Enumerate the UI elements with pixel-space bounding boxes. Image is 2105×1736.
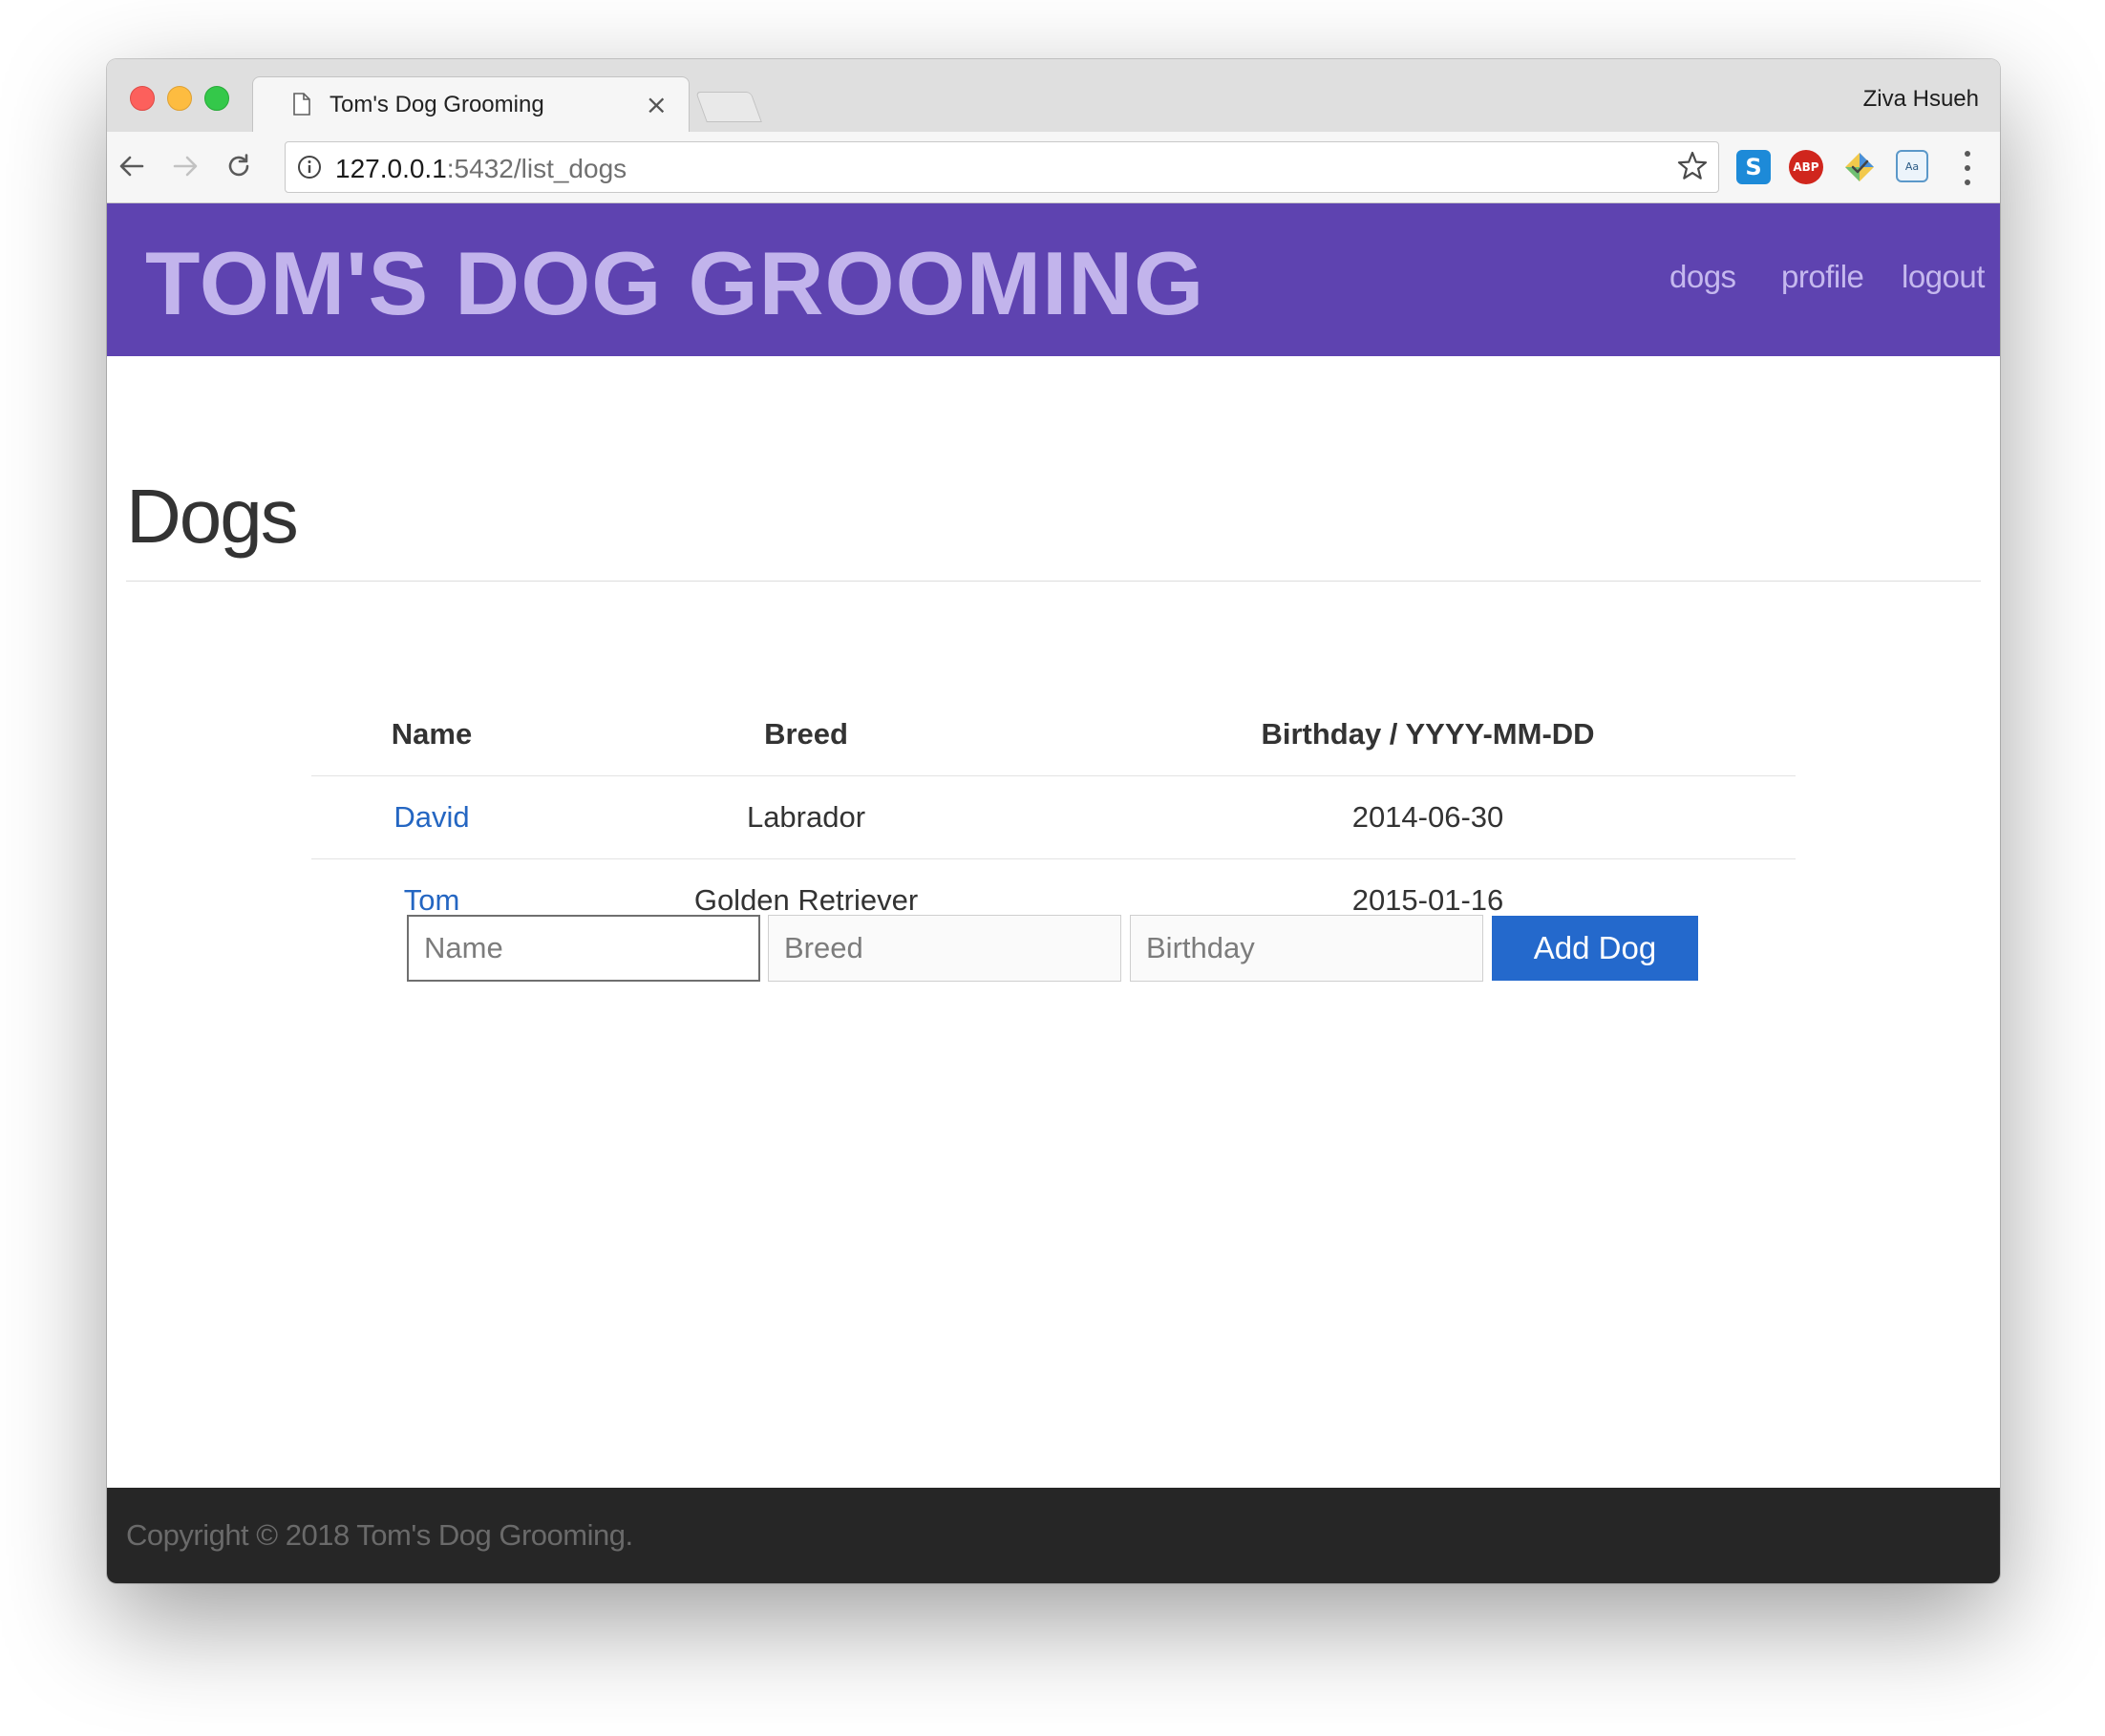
site-brand[interactable]: TOM'S DOG GROOMING — [145, 232, 1204, 335]
menu-dot — [1965, 165, 1970, 171]
dog-breed-input[interactable] — [768, 915, 1121, 982]
page-title: Dogs — [126, 474, 299, 559]
nav-link-profile[interactable]: profile — [1781, 259, 1864, 295]
tab-close-icon[interactable]: × — [646, 89, 668, 120]
reload-icon — [228, 154, 249, 177]
reload-button[interactable] — [220, 147, 258, 185]
window-close-button[interactable] — [130, 86, 155, 111]
url-path: :5432/list_dogs — [446, 154, 627, 183]
dog-name-link[interactable]: David — [393, 800, 469, 834]
dictionary-extension-icon[interactable]: Aa — [1896, 150, 1928, 182]
dog-birthday-cell: 2014-06-30 — [1060, 775, 1796, 859]
profile-name[interactable]: Ziva Hsueh — [1863, 86, 1979, 113]
color-extension-icon[interactable] — [1842, 150, 1877, 184]
dog-birthday-input[interactable] — [1130, 915, 1483, 982]
vertical-dots-icon[interactable] — [1948, 151, 1987, 185]
arrow-right-icon — [173, 156, 198, 177]
menu-dot — [1965, 180, 1970, 185]
info-icon[interactable] — [297, 155, 322, 180]
new-tab-button[interactable] — [695, 92, 762, 122]
url-text[interactable]: 127.0.0.1:5432/list_dogs — [335, 154, 627, 184]
browser-window: Tom's Dog Grooming × Ziva Hsueh 127.0.0.… — [107, 59, 2000, 1583]
add-dog-button[interactable]: Add Dog — [1492, 916, 1698, 981]
dog-name-input[interactable] — [407, 915, 760, 982]
tab-title: Tom's Dog Grooming — [330, 92, 544, 117]
table-row: David Labrador 2014-06-30 — [311, 775, 1796, 859]
nav-link-dogs[interactable]: dogs — [1669, 259, 1736, 295]
back-button[interactable] — [113, 147, 151, 185]
nav-link-logout[interactable]: logout — [1902, 259, 1985, 295]
s-extension-icon[interactable]: S — [1736, 150, 1771, 184]
site-footer: Copyright © 2018 Tom's Dog Grooming. — [107, 1488, 2000, 1583]
dogs-table: Name Breed Birthday / YYYY-MM-DD David L… — [311, 693, 1796, 942]
window-minimize-button[interactable] — [167, 86, 192, 111]
address-bar[interactable]: 127.0.0.1:5432/list_dogs — [285, 141, 1719, 193]
dog-name-link[interactable]: Tom — [404, 883, 460, 917]
window-maximize-button[interactable] — [204, 86, 229, 111]
menu-dot — [1965, 151, 1970, 157]
browser-tab-active[interactable]: Tom's Dog Grooming × — [252, 76, 690, 135]
dog-name-cell: David — [311, 775, 552, 859]
table-header-row: Name Breed Birthday / YYYY-MM-DD — [311, 693, 1796, 776]
title-divider — [126, 581, 1981, 582]
adblock-plus-icon[interactable]: ABP — [1789, 150, 1823, 184]
tab-strip: Tom's Dog Grooming × Ziva Hsueh — [107, 59, 2000, 135]
diamond-icon — [1845, 153, 1874, 181]
forward-button[interactable] — [166, 147, 204, 185]
browser-toolbar: 127.0.0.1:5432/list_dogs S ABP Aa — [107, 132, 2000, 203]
site-header: TOM'S DOG GROOMING dogs profile logout — [107, 203, 2000, 356]
column-header-breed: Breed — [552, 693, 1060, 776]
dog-breed-cell: Labrador — [552, 775, 1060, 859]
column-header-birthday: Birthday / YYYY-MM-DD — [1060, 693, 1796, 776]
url-host: 127.0.0.1 — [335, 154, 447, 183]
page-icon — [293, 93, 310, 116]
column-header-name: Name — [311, 693, 552, 776]
footer-copyright: Copyright © 2018 Tom's Dog Grooming. — [126, 1518, 633, 1552]
arrow-left-icon — [119, 156, 144, 177]
star-icon[interactable] — [1676, 150, 1709, 182]
